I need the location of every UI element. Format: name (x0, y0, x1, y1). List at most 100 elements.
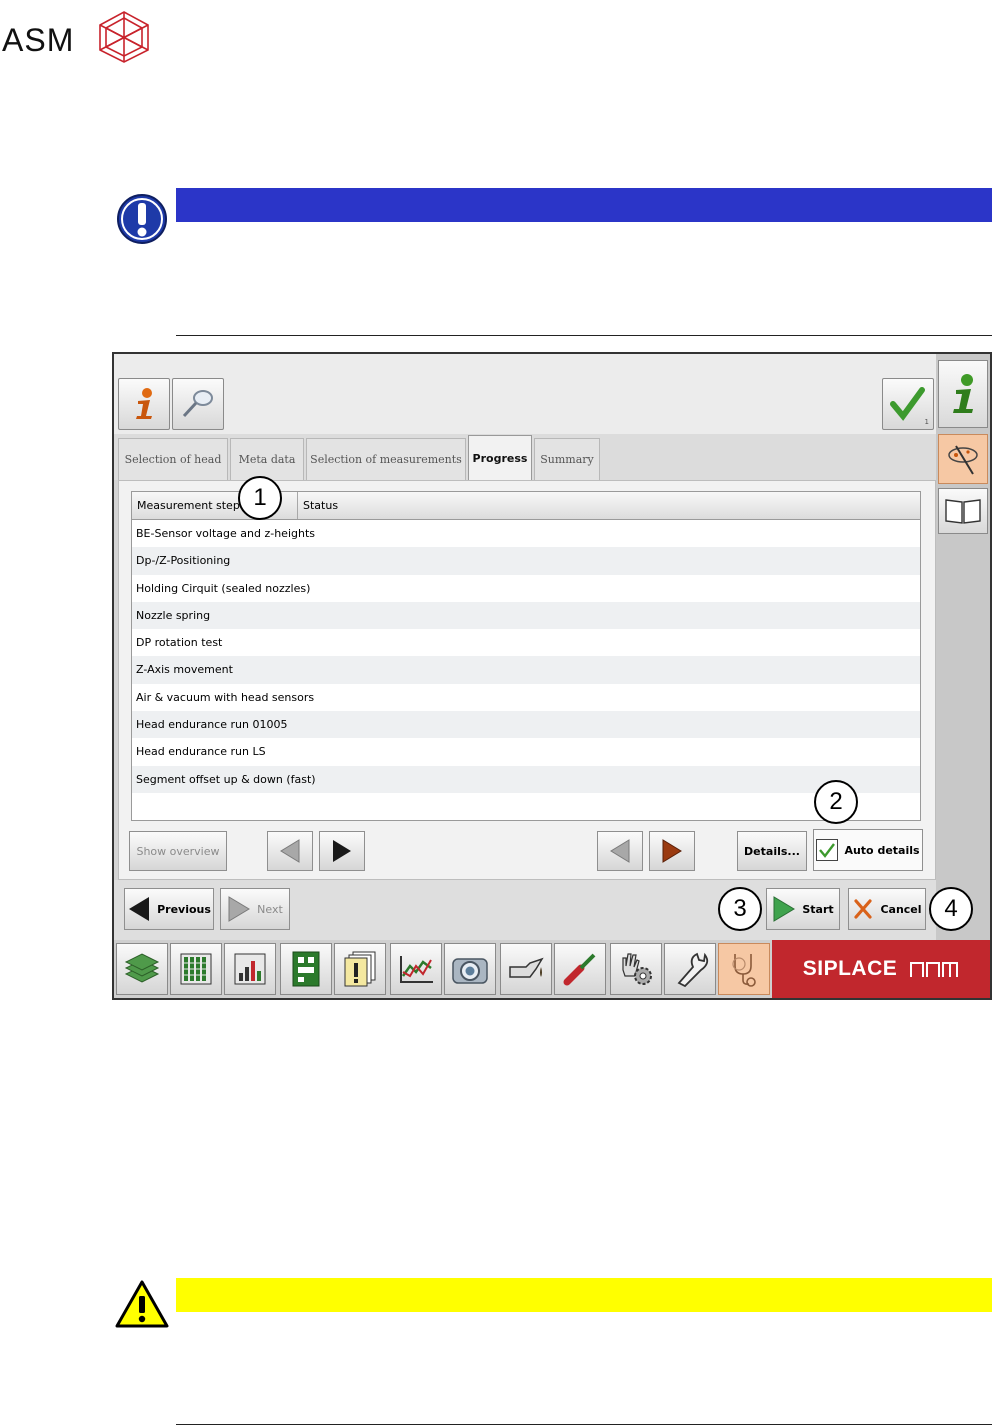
list-item[interactable]: Air & vacuum with head sensors (132, 684, 920, 711)
taskbar-wrench-button[interactable] (664, 943, 716, 995)
tab-selection-of-measurements[interactable]: Selection of measurements (306, 438, 466, 480)
list-item[interactable]: DP rotation test (132, 629, 920, 656)
callout-2: 2 (814, 780, 858, 824)
rail-diagnosis-button[interactable] (938, 434, 988, 484)
previous-button[interactable]: Previous (124, 888, 214, 930)
taskbar-alerts-button[interactable] (334, 943, 386, 995)
tab-meta-data[interactable]: Meta data (230, 438, 304, 480)
list-item[interactable]: Z-Axis movement (132, 656, 920, 684)
rail-info-button[interactable] (938, 360, 988, 428)
warning-bar (176, 1278, 992, 1312)
warning-triangle-icon (115, 1280, 169, 1328)
tab-progress[interactable]: Progress (468, 435, 532, 481)
taskbar-trend-button[interactable] (390, 943, 442, 995)
list-item[interactable]: Head endurance run 01005 (132, 711, 920, 739)
arrow-right-icon (228, 896, 251, 922)
taskbar-diagnosis-button[interactable] (718, 943, 770, 995)
scroll-left-button[interactable] (267, 831, 313, 871)
arrow-left-icon (129, 897, 150, 921)
info-button[interactable] (118, 378, 170, 430)
hand-gear-icon (622, 953, 652, 985)
grid-icon (180, 953, 212, 985)
list-item[interactable]: Dp-/Z-Positioning (132, 547, 920, 575)
notice-bar (176, 188, 992, 222)
diagnosis-wand-icon (948, 445, 978, 475)
list-item[interactable]: BE-Sensor voltage and z-heights (132, 520, 920, 547)
notice-exclamation-icon (117, 194, 167, 244)
arrow-right-orange-icon (662, 839, 682, 863)
next-label: Next (257, 902, 283, 916)
details-button[interactable]: Details... (737, 831, 807, 871)
progress-panel: Measurement step Status BE-Sensor voltag… (118, 480, 936, 880)
cancel-button[interactable]: Cancel (848, 888, 926, 930)
head-diagnosis-window: 1 Selection of head Meta data Selection … (112, 352, 992, 1000)
search-button[interactable] (172, 378, 224, 430)
play-icon (773, 896, 796, 922)
start-label: Start (802, 902, 834, 916)
rail-manual-button[interactable] (938, 488, 988, 534)
check-icon (819, 843, 836, 858)
camera-icon (452, 958, 488, 984)
siplace-brand: SIPLACE (772, 940, 990, 998)
divider (176, 335, 992, 336)
top-toolbar: 1 (114, 354, 936, 434)
taskbar-board-button[interactable] (280, 943, 332, 995)
tab-summary[interactable]: Summary (534, 438, 600, 480)
column-header-status[interactable]: Status (298, 492, 918, 519)
taskbar-stack-button[interactable] (116, 943, 168, 995)
green-info-icon (953, 374, 973, 413)
list-item[interactable]: Holding Cirquit (sealed nozzles) (132, 575, 920, 602)
previous-label: Previous (157, 902, 211, 916)
next-button[interactable]: Next (220, 888, 290, 930)
list-item[interactable]: Nozzle spring (132, 601, 920, 630)
confirm-button[interactable]: 1 (882, 378, 934, 430)
tab-selection-of-head[interactable]: Selection of head (118, 438, 228, 480)
callout-3: 3 (718, 887, 762, 931)
arrow-right-icon (333, 840, 351, 862)
measurement-list[interactable]: Measurement step Status BE-Sensor voltag… (131, 491, 921, 821)
taskbar-hand-gear-button[interactable] (610, 943, 662, 995)
prev-step-button[interactable] (597, 831, 643, 871)
details-label: Details... (744, 844, 800, 858)
list-item[interactable]: Segment offset up & down (fast) (132, 765, 920, 793)
siplace-brand-text: SIPLACE (802, 957, 898, 980)
wrench-icon (677, 952, 709, 988)
bar-chart-icon (234, 953, 266, 985)
next-step-button[interactable] (649, 831, 695, 871)
taskbar-screwdriver-button[interactable] (554, 943, 606, 995)
callout-4: 4 (929, 887, 973, 931)
divider (176, 1424, 992, 1425)
siplace-logo-icon (910, 962, 959, 977)
trend-chart-icon (400, 956, 433, 983)
stethoscope-icon (732, 954, 756, 987)
bottom-taskbar: SIPLACE (114, 940, 990, 998)
taskbar-camera-button[interactable] (444, 943, 496, 995)
taskbar-oil-button[interactable] (500, 943, 552, 995)
taskbar-barchart-button[interactable] (224, 943, 276, 995)
list-rows: BE-Sensor voltage and z-heights Dp-/Z-Po… (132, 520, 920, 793)
list-item[interactable]: Head endurance run LS (132, 738, 920, 765)
start-button[interactable]: Start (766, 888, 840, 930)
asm-logo: ASM (2, 10, 152, 63)
asm-logo-text: ASM (2, 22, 75, 58)
checkmark-icon (890, 387, 925, 421)
book-icon (945, 499, 981, 524)
taskbar-grid-button[interactable] (170, 943, 222, 995)
scroll-right-button[interactable] (319, 831, 365, 871)
confirm-badge: 1 (924, 418, 929, 426)
arrow-left-icon (610, 839, 630, 863)
show-overview-button[interactable]: Show overview (129, 831, 227, 871)
asm-crystal-icon (99, 11, 149, 63)
right-rail (936, 354, 990, 940)
auto-details-toggle[interactable]: Auto details (813, 829, 923, 871)
cancel-label: Cancel (880, 902, 922, 916)
oil-can-icon (509, 957, 544, 978)
screwdriver-icon (563, 953, 596, 986)
callout-1: 1 (238, 476, 282, 520)
info-icon (136, 388, 152, 419)
arrow-left-icon (280, 839, 300, 863)
wizard-nav: Previous Next Start Cancel (114, 880, 936, 940)
board-icon (292, 951, 320, 987)
alert-docs-icon (344, 951, 376, 987)
auto-details-checkbox[interactable] (816, 839, 839, 861)
